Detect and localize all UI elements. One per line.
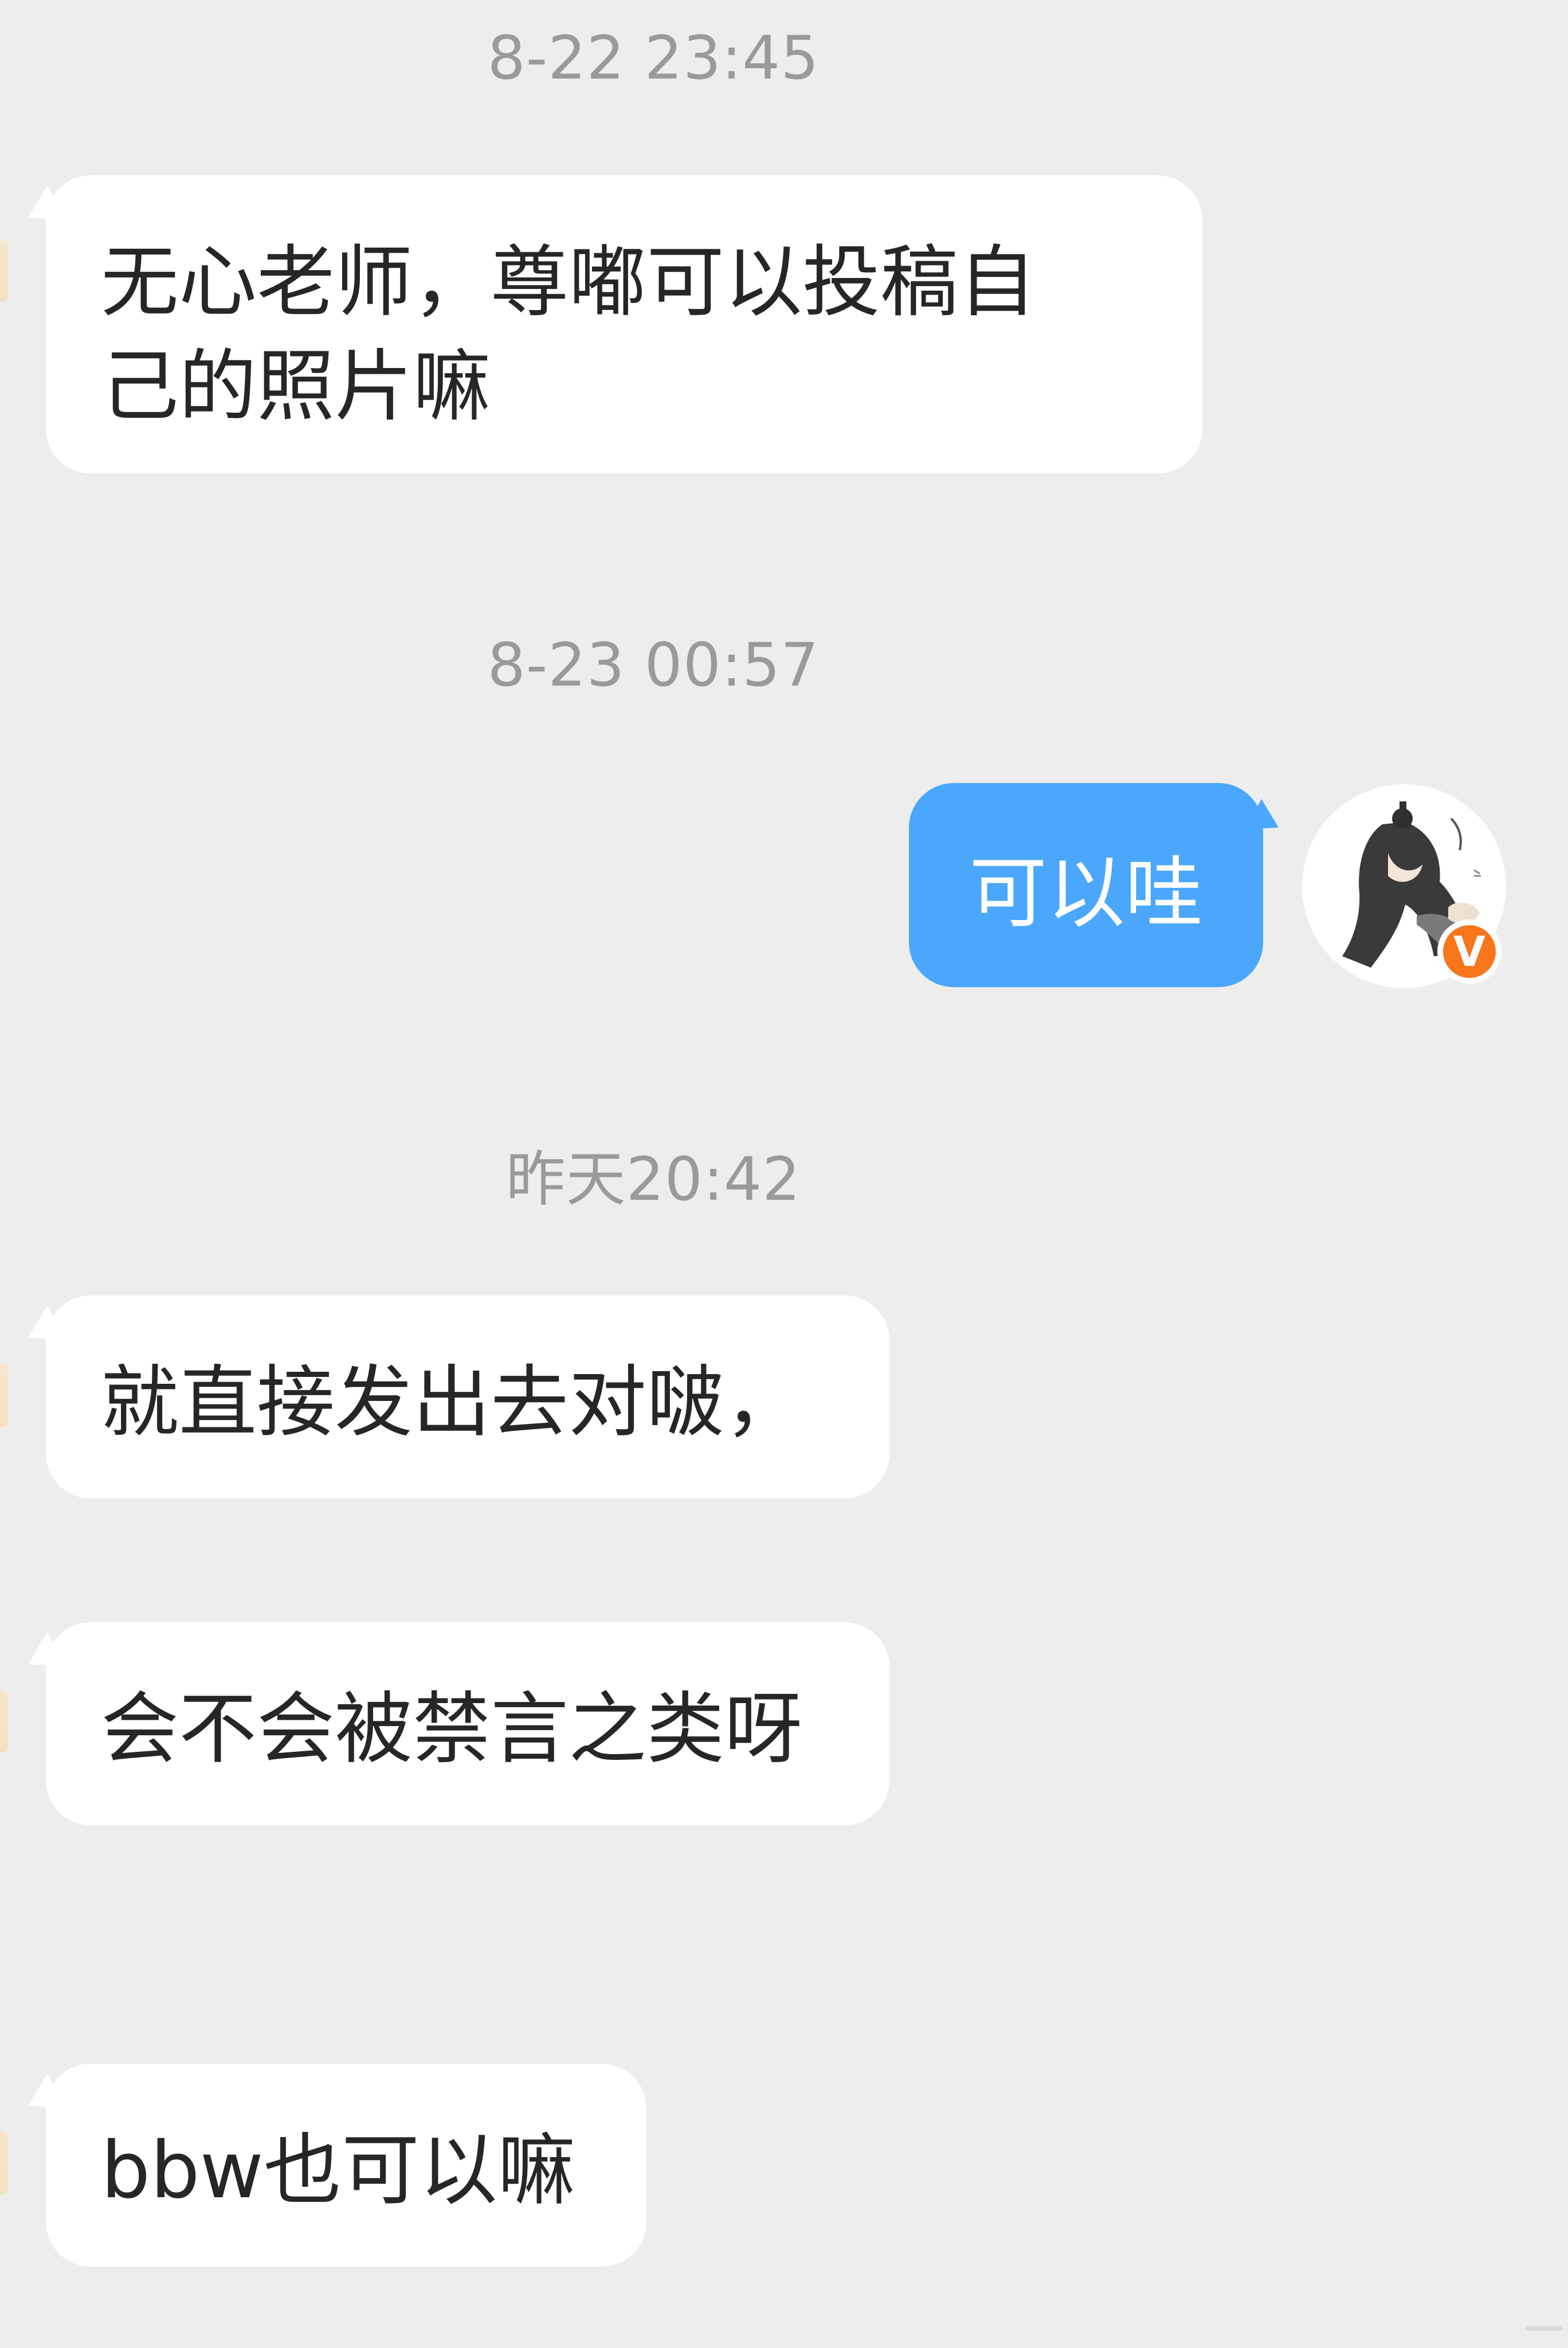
timestamp-3: 昨天20:42 bbox=[505, 1144, 801, 1214]
message-bubble-incoming[interactable]: 会不会被禁言之类呀 bbox=[46, 1622, 889, 1825]
message-text-line: 就直接发出去对啵， bbox=[101, 1357, 802, 1448]
timestamp-1: 8-22 23:45 bbox=[487, 23, 820, 93]
message-text-line: 可以哇 bbox=[969, 848, 1203, 939]
message-bubble-incoming[interactable]: 就直接发出去对啵， bbox=[46, 1296, 889, 1498]
message-text-line: bbw也可以嘛 bbox=[101, 2126, 575, 2216]
left-avatar-peek bbox=[0, 2131, 8, 2194]
message-text-line: 会不会被禁言之类呀 bbox=[101, 1684, 802, 1775]
left-avatar-peek bbox=[0, 1364, 8, 1427]
message-bubble-outgoing[interactable]: 可以哇 bbox=[909, 783, 1263, 987]
message-bubble-incoming[interactable]: bbw也可以嘛 bbox=[46, 2064, 646, 2267]
timestamp-2: 8-23 00:57 bbox=[487, 630, 820, 700]
left-avatar-peek bbox=[0, 240, 8, 303]
message-bubble-incoming[interactable]: 无心老师，尊嘟可以投稿自 己的照片嘛 bbox=[46, 175, 1202, 473]
verified-badge-icon: V bbox=[1437, 919, 1502, 984]
left-avatar-peek bbox=[0, 1690, 8, 1753]
message-text-line: 无心老师，尊嘟可以投稿自 bbox=[101, 237, 1036, 328]
message-text-line: 己的照片嘛 bbox=[101, 342, 491, 432]
scroll-handle[interactable] bbox=[1526, 2326, 1562, 2331]
